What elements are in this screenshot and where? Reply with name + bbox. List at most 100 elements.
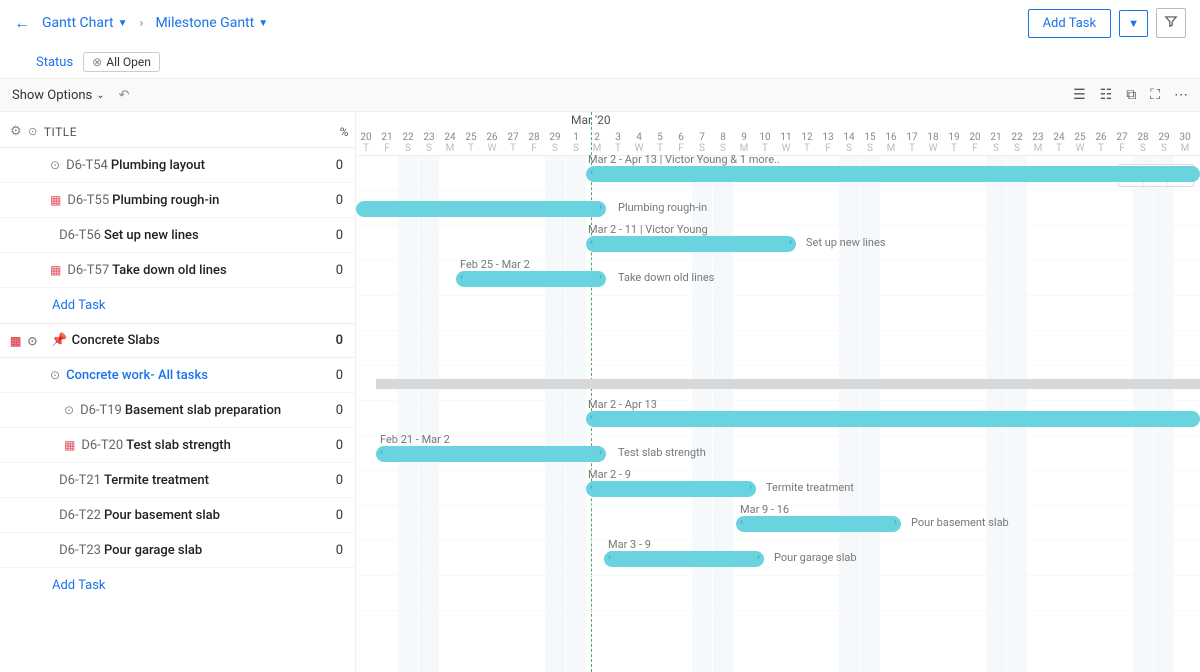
filter-row: Status ⊗All Open: [0, 46, 1200, 78]
add-task-link[interactable]: Add Task: [0, 568, 355, 603]
bar-label: Set up new lines: [806, 236, 886, 249]
task-pct: 0: [336, 368, 343, 383]
view-option-1-icon[interactable]: ☰: [1073, 87, 1086, 103]
pct-column-header: %: [340, 125, 349, 139]
calendar-icon: ▦: [10, 334, 21, 348]
task-row[interactable]: · D6-T23 Pour garage slab 0: [0, 533, 355, 568]
bar-label: Pour basement slab: [911, 516, 1009, 529]
gantt-bar[interactable]: ‹: [586, 166, 1200, 182]
task-code: D6-T20: [81, 438, 123, 453]
task-pct: 0: [336, 403, 343, 418]
task-title: Plumbing rough-in: [112, 193, 219, 208]
gantt-body: Mar 2 - Apr 13 | Victor Young & 1 more..…: [356, 156, 1200, 672]
status-label[interactable]: Status: [36, 55, 73, 70]
task-list-header: ⚙ ⊙ TITLE %: [0, 112, 355, 148]
task-pct: 0: [336, 333, 343, 348]
task-row[interactable]: ▦ D6-T55 Plumbing rough-in 0: [0, 183, 355, 218]
bar-label: Mar 9 - 16: [740, 503, 789, 516]
task-pct: 0: [336, 193, 343, 208]
task-pct: 0: [336, 263, 343, 278]
bar-label: Test slab strength: [618, 446, 706, 459]
bar-label: Feb 25 - Mar 2: [460, 258, 530, 271]
task-code: D6-T57: [67, 263, 109, 278]
task-row[interactable]: ⊙ D6-T54 Plumbing layout 0: [0, 148, 355, 183]
task-title: Take down old lines: [112, 263, 227, 278]
pin-icon: 📌: [51, 333, 67, 348]
gantt-summary-bar[interactable]: [376, 379, 1200, 389]
settings-icon[interactable]: ⚙: [10, 124, 22, 139]
breadcrumb-item1-label: Gantt Chart: [42, 15, 114, 31]
chevron-icon[interactable]: ⊙: [50, 158, 60, 172]
gantt-bar[interactable]: ‹›: [456, 271, 606, 287]
task-code: D6-T21: [59, 473, 101, 488]
task-row[interactable]: ⊙ D6-T19 Basement slab preparation 0: [0, 393, 355, 428]
task-row[interactable]: · D6-T21 Termite treatment 0: [0, 463, 355, 498]
undo-icon[interactable]: ↶: [119, 88, 130, 103]
task-row[interactable]: · D6-T22 Pour basement slab 0: [0, 498, 355, 533]
gantt-bar[interactable]: ‹›: [586, 481, 756, 497]
view-option-2-icon[interactable]: ☷: [1100, 87, 1113, 103]
task-title: Set up new lines: [104, 228, 199, 243]
chart-option-icon[interactable]: ⧉: [1126, 87, 1136, 103]
task-row[interactable]: ⊙ Concrete work- All tasks 0: [0, 358, 355, 393]
task-pct: 0: [336, 438, 343, 453]
section-row[interactable]: ▦ ⊙ 📌 Concrete Slabs 0: [0, 323, 355, 358]
breadcrumb: ← Gantt Chart ▼ › Milestone Gantt ▼ Add …: [0, 0, 1200, 46]
gantt-bar[interactable]: ›: [356, 201, 606, 217]
breadcrumb-milestone-gantt[interactable]: Milestone Gantt ▼: [155, 15, 268, 31]
status-pill[interactable]: ⊗All Open: [83, 52, 160, 72]
breadcrumb-separator-icon: ›: [140, 16, 144, 31]
bar-label: Mar 3 - 9: [608, 538, 651, 551]
chevron-icon[interactable]: ⊙: [64, 403, 74, 417]
task-code: D6-T56: [59, 228, 101, 243]
task-row[interactable]: ▦ D6-T20 Test slab strength 0: [0, 428, 355, 463]
gantt-bar[interactable]: ‹›: [604, 551, 764, 567]
gantt-bar[interactable]: ‹›: [376, 446, 606, 462]
task-pct: 0: [336, 228, 343, 243]
section-title: Concrete Slabs: [72, 333, 160, 348]
bar-label: Plumbing rough-in: [618, 201, 707, 214]
gantt-timeline[interactable]: Mar '20 20T21F22S23S24M25T26W27T28F29S1S…: [356, 112, 1200, 672]
task-pct: 0: [336, 543, 343, 558]
gantt-bar[interactable]: ‹›: [736, 516, 901, 532]
bar-label: Mar 2 - Apr 13 | Victor Young & 1 more..: [588, 153, 780, 166]
task-row[interactable]: · D6-T56 Set up new lines 0: [0, 218, 355, 253]
caret-down-icon: ▼: [258, 18, 268, 29]
task-title: Test slab strength: [126, 438, 231, 453]
task-title: Plumbing layout: [111, 158, 205, 173]
gantt-bar[interactable]: ‹: [586, 411, 1200, 427]
bar-label: Termite treatment: [766, 481, 854, 494]
task-row[interactable]: ▦ D6-T57 Take down old lines 0: [0, 253, 355, 288]
task-code: D6-T23: [59, 543, 101, 558]
bar-label: Feb 21 - Mar 2: [380, 433, 450, 446]
add-task-button[interactable]: Add Task: [1028, 9, 1112, 38]
breadcrumb-gantt-chart[interactable]: Gantt Chart ▼: [42, 15, 128, 31]
task-title: Pour basement slab: [104, 508, 220, 523]
title-column-header: TITLE: [44, 125, 77, 139]
bar-label: Take down old lines: [618, 271, 714, 284]
bar-label: Mar 2 - 9: [588, 468, 631, 481]
add-task-dropdown[interactable]: ▼: [1119, 10, 1148, 37]
task-code: D6-T54: [66, 158, 108, 173]
chevron-icon[interactable]: ⊙: [50, 368, 60, 382]
fullscreen-icon[interactable]: ⛶: [1150, 87, 1160, 103]
task-code: D6-T55: [67, 193, 109, 208]
back-arrow-icon[interactable]: ←: [14, 13, 30, 33]
task-title: Pour garage slab: [104, 543, 202, 558]
show-options-button[interactable]: Show Options ⌄: [12, 88, 105, 103]
gantt-bar[interactable]: ‹›: [586, 236, 796, 252]
collapse-icon[interactable]: ⊙: [27, 334, 37, 348]
add-task-link[interactable]: Add Task: [0, 288, 355, 323]
task-pct: 0: [336, 473, 343, 488]
close-icon[interactable]: ⊗: [92, 55, 102, 69]
filter-button[interactable]: [1156, 8, 1186, 38]
month-header: Mar '20: [356, 112, 1200, 132]
bar-label: Mar 2 - 11 | Victor Young: [588, 223, 708, 236]
show-options-label: Show Options: [12, 88, 92, 103]
calendar-icon: ▦: [64, 438, 75, 452]
task-title[interactable]: Concrete work- All tasks: [66, 368, 208, 383]
more-options-icon[interactable]: ⋯: [1174, 87, 1188, 103]
breadcrumb-item2-label: Milestone Gantt: [155, 15, 254, 31]
collapse-icon[interactable]: ⊙: [28, 125, 38, 138]
bar-label: Mar 2 - Apr 13: [588, 398, 657, 411]
